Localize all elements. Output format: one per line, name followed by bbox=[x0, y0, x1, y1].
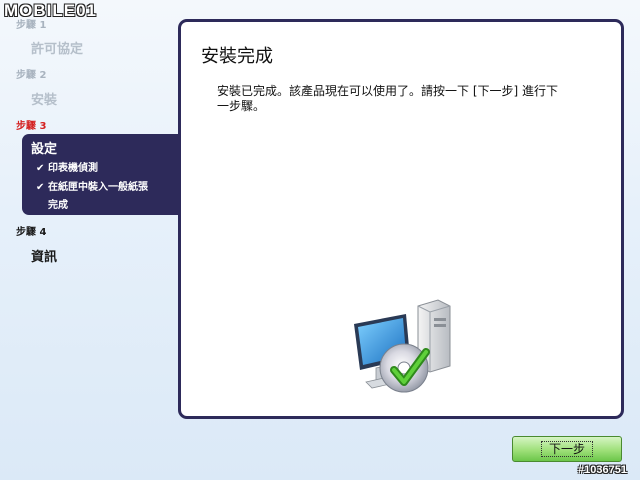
sub-item-load-paper: ✔ 在紙匣中裝入一般紙張 bbox=[36, 178, 148, 193]
step-3-title: 設定 bbox=[31, 142, 58, 157]
step-4-title: 資訊 bbox=[31, 250, 58, 265]
message-line-1: 安裝已完成。該產品現在可以使用了。請按一下 [下一步] 進行下 bbox=[217, 84, 558, 98]
main-content-panel: 安裝完成 安裝已完成。該產品現在可以使用了。請按一下 [下一步] 進行下 一步驟… bbox=[178, 19, 624, 419]
completion-message: 安裝已完成。該產品現在可以使用了。請按一下 [下一步] 進行下 一步驟。 bbox=[217, 84, 569, 114]
sub-item-label: 印表機偵測 bbox=[48, 163, 98, 174]
step-1-title: 許可協定 bbox=[31, 42, 84, 57]
step-2-label: 步驟 2 bbox=[16, 70, 47, 81]
step-3-label: 步驟 3 bbox=[16, 121, 47, 132]
step-2-title: 安裝 bbox=[31, 93, 58, 108]
next-button-label: 下一步 bbox=[541, 441, 593, 457]
sub-item-label: 在紙匣中裝入一般紙張 bbox=[48, 182, 148, 193]
sidebar: 步驟 1 許可協定 步驟 2 安裝 步驟 3 設定 ✔ 印表機偵測 ✔ 在紙匣中裝入… bbox=[0, 0, 180, 480]
sub-item-printer-detection: ✔ 印表機偵測 bbox=[36, 159, 98, 174]
message-line-2: 一步驟。 bbox=[217, 99, 266, 113]
checkmark-icon: ✔ bbox=[36, 182, 45, 193]
image-id-watermark: #1036751 bbox=[578, 464, 627, 476]
computer-install-complete-icon bbox=[354, 299, 451, 393]
step-1-label: 步驟 1 bbox=[16, 20, 47, 31]
next-button[interactable]: 下一步 bbox=[512, 436, 622, 462]
checkmark-icon: ✔ bbox=[36, 163, 45, 174]
current-step-panel: 設定 ✔ 印表機偵測 ✔ 在紙匣中裝入一般紙張 完成 bbox=[22, 134, 180, 215]
step-4-label: 步驟 4 bbox=[16, 227, 47, 238]
page-title: 安裝完成 bbox=[201, 46, 273, 67]
sub-item-label: 完成 bbox=[48, 200, 68, 211]
sub-item-complete: 完成 bbox=[36, 196, 68, 211]
